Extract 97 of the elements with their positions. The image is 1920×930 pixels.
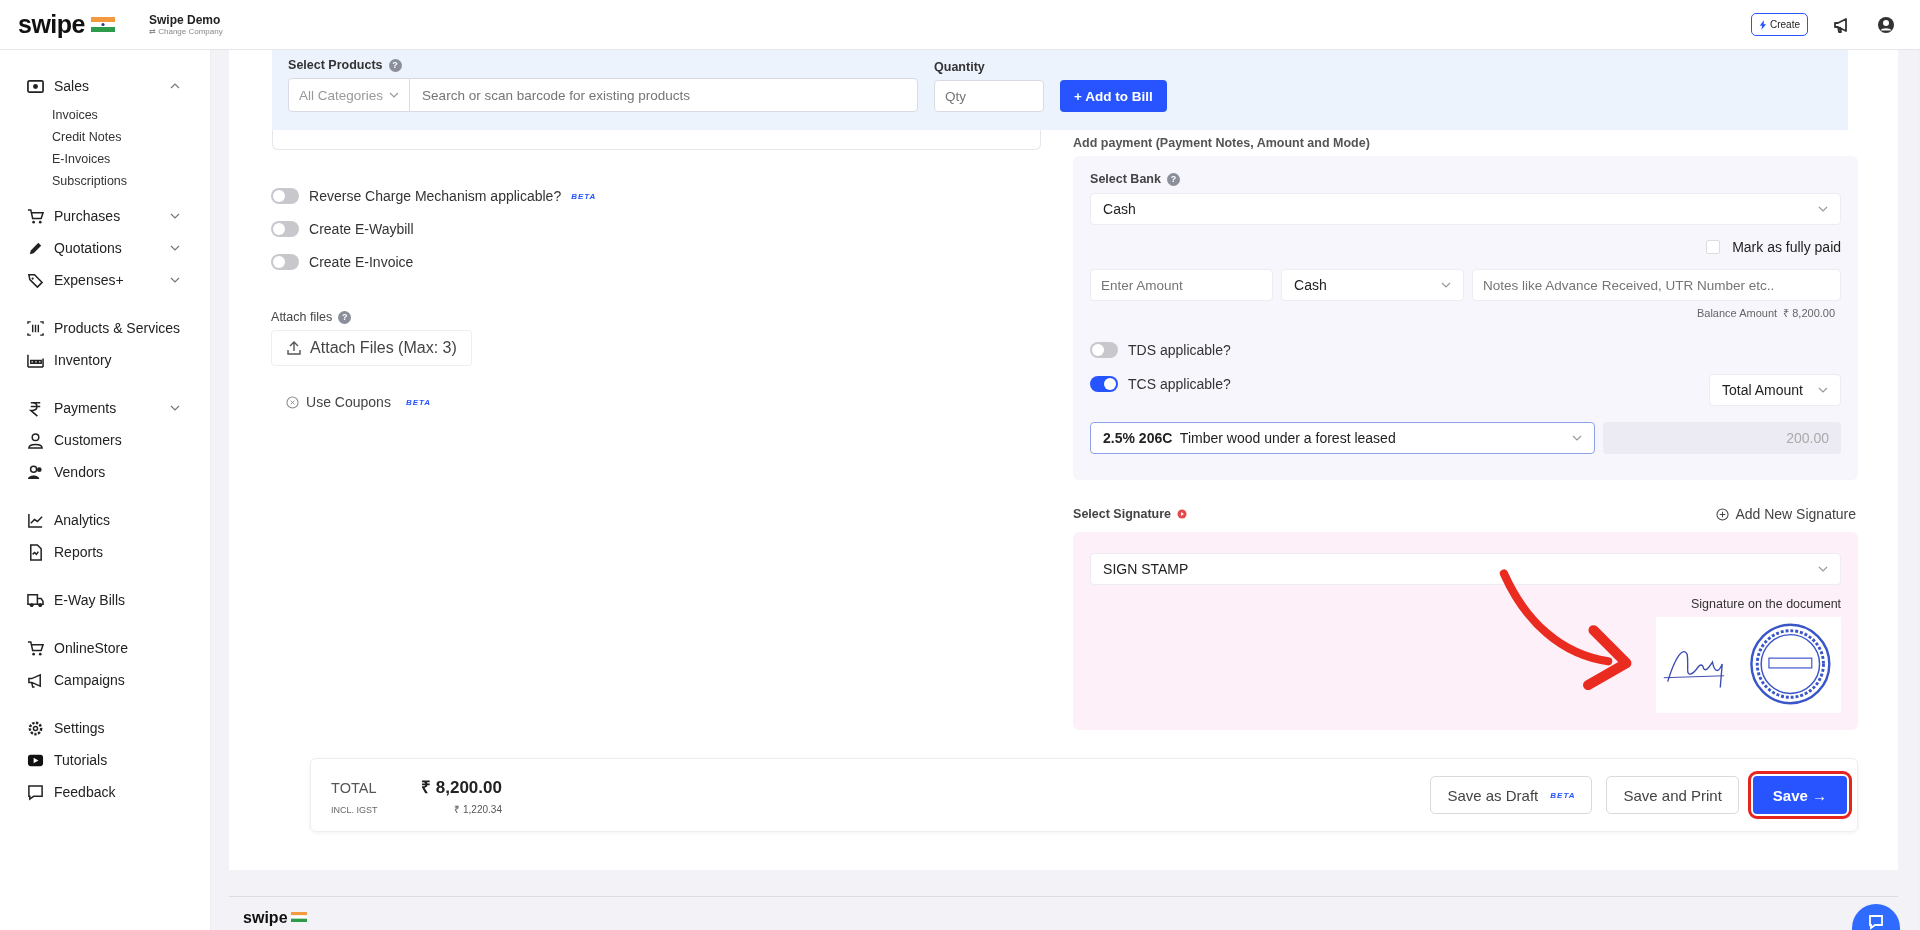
upload-icon bbox=[286, 340, 303, 356]
barcode-icon bbox=[27, 319, 44, 337]
sidebar-subitem[interactable]: Invoices bbox=[52, 104, 211, 126]
tax-amount: ₹ 1,220.34 bbox=[453, 802, 502, 816]
help-icon: ? bbox=[338, 310, 352, 324]
chevron-icon bbox=[389, 92, 400, 98]
field-label: Attach files bbox=[271, 310, 333, 324]
option-label: TCS applicable? bbox=[1128, 376, 1231, 392]
chevron-icon bbox=[1818, 206, 1829, 212]
bolt-icon bbox=[1759, 19, 1767, 30]
chevron-icon bbox=[1818, 387, 1829, 393]
chart-icon bbox=[27, 511, 44, 529]
footer-logo: swipe bbox=[243, 909, 288, 927]
sidebar-item[interactable]: Settings bbox=[0, 712, 211, 744]
option-label: TDS applicable? bbox=[1128, 342, 1231, 358]
plus-icon bbox=[1716, 507, 1730, 521]
sidebar-item[interactable]: Expenses+ bbox=[0, 264, 211, 296]
option-label: Create E-Waybill bbox=[309, 221, 414, 237]
sidebar-subitem[interactable]: Credit Notes bbox=[52, 126, 211, 148]
user-icon[interactable] bbox=[1876, 14, 1896, 35]
sidebar-item[interactable]: Payments bbox=[0, 392, 211, 424]
sidebar-item[interactable]: Purchases bbox=[0, 200, 211, 232]
flag-icon bbox=[290, 912, 307, 922]
tax-label: INCL. IGST bbox=[331, 804, 379, 815]
megaphone-icon bbox=[27, 671, 44, 689]
sidebar-item[interactable]: Quotations bbox=[0, 232, 211, 264]
cart-icon bbox=[27, 207, 44, 225]
total-amount: ₹ 8,200.00 bbox=[421, 776, 502, 798]
coupon-icon bbox=[286, 395, 300, 409]
action-button[interactable]: Save as Draft BETA bbox=[1430, 776, 1593, 814]
sidebar-item[interactable]: Campaigns bbox=[0, 664, 211, 696]
beta-tag: BETA bbox=[405, 397, 432, 407]
balance-amount: Balance Amount ₹ 8,200.00 bbox=[1696, 306, 1836, 320]
sidebar-item[interactable]: Sales bbox=[0, 70, 211, 102]
person-icon bbox=[27, 431, 44, 449]
toggle-switch[interactable] bbox=[1090, 376, 1119, 392]
toggle-switch[interactable] bbox=[271, 254, 300, 270]
bank-select[interactable]: Cash bbox=[1090, 193, 1842, 225]
toggle-switch[interactable] bbox=[1090, 342, 1119, 358]
sidebar-item[interactable]: Products & Services bbox=[0, 312, 211, 344]
required-icon bbox=[1177, 509, 1187, 519]
checkbox[interactable] bbox=[1706, 240, 1721, 254]
quantity-field[interactable]: Qty bbox=[934, 80, 1045, 112]
checkbox-label: Mark as fully paid bbox=[1732, 239, 1842, 255]
help-icon: ? bbox=[388, 58, 402, 72]
beta-tag: BETA bbox=[571, 191, 597, 201]
signature-select[interactable]: SIGN STAMP bbox=[1090, 553, 1842, 585]
chevron-icon bbox=[1441, 282, 1452, 288]
payment-mode-select[interactable]: Cash bbox=[1281, 269, 1465, 301]
toggle-switch[interactable] bbox=[271, 188, 300, 204]
add-to-bill-button[interactable]: + Add to Bill bbox=[1060, 80, 1167, 112]
create-button[interactable]: Create bbox=[1751, 13, 1808, 36]
sidebar-item[interactable]: Vendors bbox=[0, 456, 211, 488]
section-title: Add payment (Payment Notes, Amount and Mode) bbox=[1073, 136, 1371, 150]
sidebar-item[interactable]: E-Way Bills bbox=[0, 584, 211, 616]
toggle-switch[interactable] bbox=[271, 221, 300, 237]
chevron-icon bbox=[1818, 566, 1829, 572]
sidebar-subitem[interactable]: E-Invoices bbox=[52, 148, 211, 170]
attach-files-button[interactable]: Attach Files (Max: 3) bbox=[271, 330, 472, 366]
settings-icon bbox=[27, 719, 44, 737]
sidebar-item[interactable]: Analytics bbox=[0, 504, 211, 536]
option-label: Create E-Invoice bbox=[309, 254, 414, 270]
field-label: Select Bank bbox=[1090, 172, 1161, 186]
help-icon: ? bbox=[1166, 172, 1180, 186]
notes-field[interactable]: Notes like Advance Received, UTR Number etc.. bbox=[1472, 269, 1842, 301]
company-name: Swipe Demo bbox=[149, 13, 222, 27]
sidebar-subitem[interactable]: Subscriptions bbox=[52, 170, 211, 192]
sidebar-item[interactable]: OnlineStore bbox=[0, 632, 211, 664]
tcs-amount-field: 200.00 bbox=[1603, 422, 1842, 454]
cart-icon bbox=[27, 639, 44, 657]
total-label: TOTAL bbox=[331, 779, 378, 796]
sidebar-item[interactable]: Customers bbox=[0, 424, 211, 456]
action-button[interactable]: Save and Print bbox=[1606, 776, 1739, 814]
tcs-section-select[interactable]: 2.5% 206C Timber wood under a forest leased bbox=[1090, 422, 1596, 454]
tag-icon bbox=[27, 271, 44, 289]
amount-field[interactable]: Enter Amount bbox=[1090, 269, 1274, 301]
tcs-base-select[interactable]: Total Amount bbox=[1709, 374, 1842, 406]
sidebar-item[interactable]: Tutorials bbox=[0, 744, 211, 776]
use-coupons-link[interactable]: Use Coupons bbox=[306, 394, 391, 410]
field-label: Select Products bbox=[288, 58, 383, 72]
sidebar-item[interactable]: Inventory bbox=[0, 344, 211, 376]
sidebar-item[interactable]: Feedback bbox=[0, 776, 211, 808]
logo[interactable]: swipe bbox=[18, 10, 85, 39]
people-icon bbox=[27, 463, 44, 481]
field-label: Quantity bbox=[934, 60, 986, 74]
flag-icon bbox=[91, 17, 115, 32]
truck-icon bbox=[27, 591, 44, 609]
sidebar-item[interactable]: Reports bbox=[0, 536, 211, 568]
cash-icon bbox=[27, 77, 44, 95]
document-icon bbox=[27, 543, 44, 561]
field-label: Select Signature bbox=[1073, 507, 1171, 521]
chat-icon bbox=[27, 783, 44, 801]
preview-label: Signature on the document bbox=[1690, 597, 1842, 611]
add-signature-link[interactable]: Add New Signature bbox=[1716, 506, 1857, 522]
change-company-link[interactable]: ⇄ Change Company bbox=[149, 27, 223, 36]
chevron-icon bbox=[1572, 435, 1583, 441]
option-label: Reverse Charge Mechanism applicable? bbox=[309, 188, 562, 204]
